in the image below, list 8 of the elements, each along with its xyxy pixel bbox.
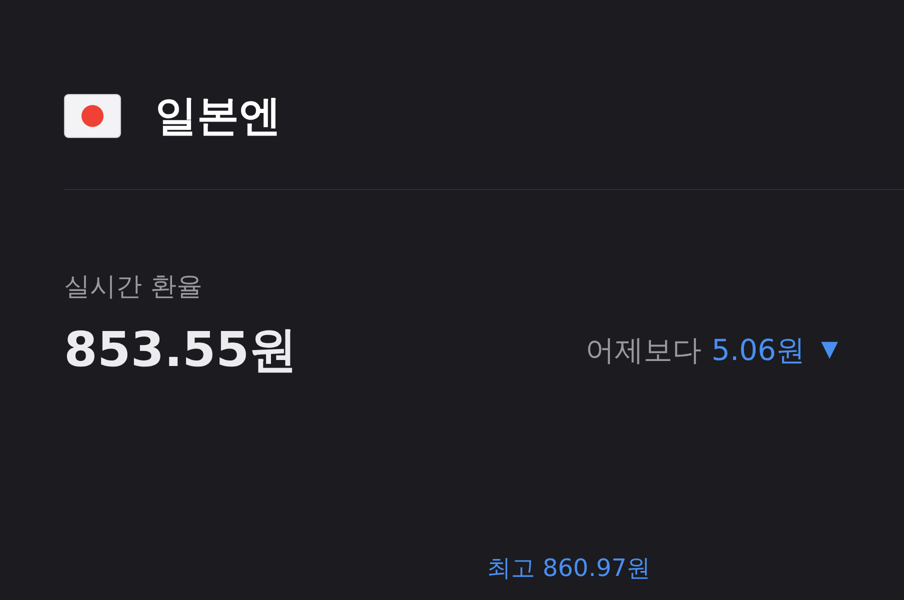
rate-label: 실시간 환율 xyxy=(64,274,202,300)
high-rate-label: 최고 860.97원 xyxy=(487,556,651,580)
rate-value: 853.55원 xyxy=(64,326,298,374)
down-triangle-icon: ▼ xyxy=(821,339,838,361)
japan-flag-icon xyxy=(64,94,121,138)
change-label: 어제보다 xyxy=(586,336,702,364)
currency-title: 일본엔 xyxy=(155,95,281,137)
change-value: 5.06원 xyxy=(712,336,806,364)
